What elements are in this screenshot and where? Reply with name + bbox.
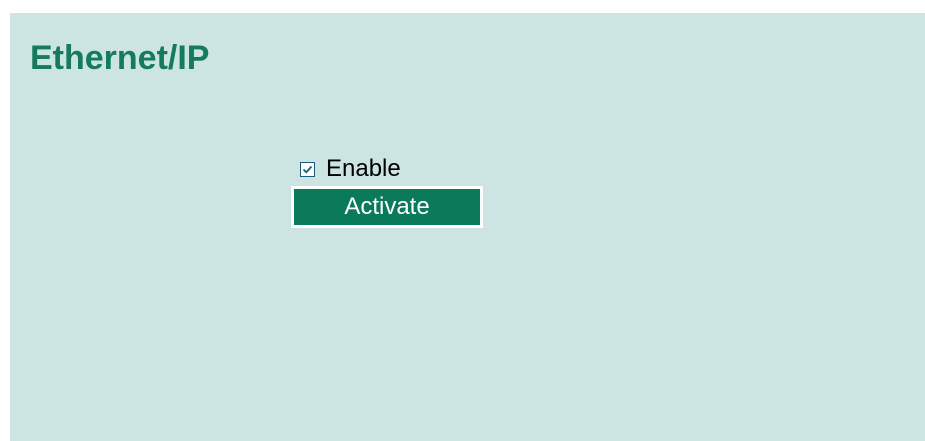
enable-checkbox[interactable] [300,161,315,177]
enable-checkbox-row[interactable]: Enable [300,153,401,185]
activate-button[interactable]: Activate [291,186,483,228]
content-panel: Ethernet/IP Enable Activate [10,13,925,441]
enable-label: Enable [326,155,401,182]
page-title: Ethernet/IP [30,39,210,77]
page: Ethernet/IP Enable Activate [0,0,925,441]
check-icon [302,165,313,174]
